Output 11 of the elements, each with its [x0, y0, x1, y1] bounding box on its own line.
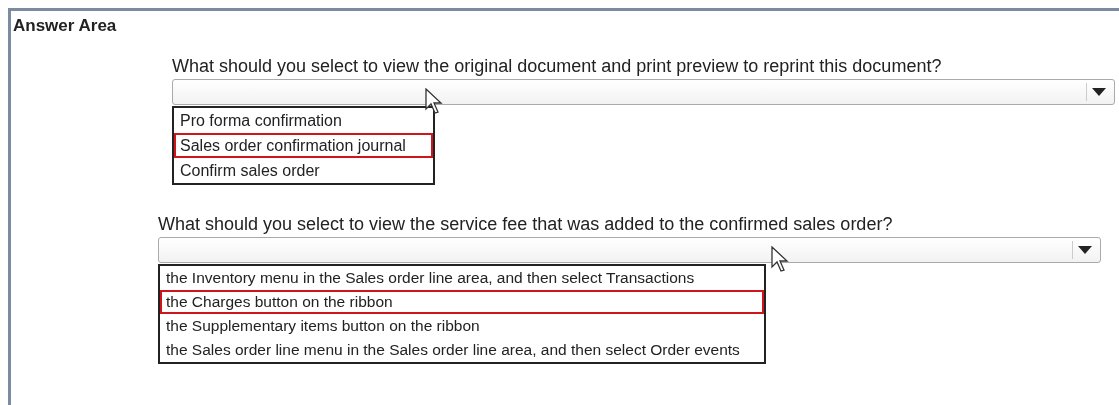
- question-text: What should you select to view the original document and print preview to reprint this document?: [172, 55, 943, 77]
- option[interactable]: the Sales order line menu in the Sales order line area, and then select Order events: [160, 338, 764, 362]
- option[interactable]: Pro forma confirmation: [174, 108, 433, 133]
- option[interactable]: the Supplementary items button on the ribbon: [160, 314, 764, 338]
- question-text: What should you select to view the service fee that was added to the confirmed sales order?: [158, 213, 894, 235]
- option[interactable]: the Charges button on the ribbon: [160, 290, 764, 314]
- option[interactable]: Sales order confirmation journal: [174, 133, 433, 158]
- pointer-icon: [771, 246, 789, 272]
- heading: Answer Area: [12, 15, 118, 36]
- option[interactable]: the Inventory menu in the Sales order line area, and then select Transactions: [160, 266, 764, 290]
- option[interactable]: Confirm sales order: [174, 158, 433, 183]
